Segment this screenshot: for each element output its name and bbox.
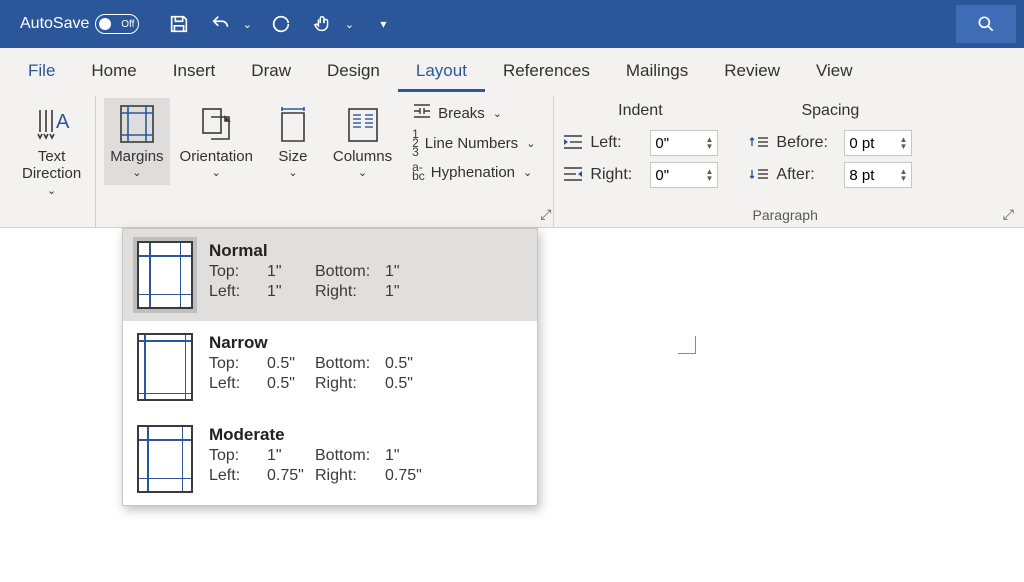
paragraph-group-label: Paragraph xyxy=(562,207,1008,225)
orientation-button[interactable]: Orientation ⌄ xyxy=(174,98,259,185)
spacing-after-input[interactable]: 8 pt▲▼ xyxy=(844,162,912,188)
margins-dropdown: NormalTop:1"Bottom:1"Left:1"Right:1"Narr… xyxy=(122,228,538,506)
autosave-label: AutoSave xyxy=(20,15,89,33)
tab-references[interactable]: References xyxy=(485,51,608,92)
indent-left-input[interactable]: 0"▲▼ xyxy=(650,130,718,156)
paragraph-launcher-icon[interactable]: ⤢ xyxy=(1003,206,1014,223)
spacing-before-label: Before: xyxy=(776,134,838,152)
tab-draw[interactable]: Draw xyxy=(233,51,309,92)
touch-mode-icon[interactable] xyxy=(309,10,337,38)
tab-insert[interactable]: Insert xyxy=(155,51,234,92)
tab-view[interactable]: View xyxy=(798,51,871,92)
indent-left-label: Left: xyxy=(590,134,644,152)
autosave-toggle[interactable]: Off xyxy=(95,14,139,34)
redo-icon[interactable] xyxy=(267,10,295,38)
margin-option-name: Narrow xyxy=(209,333,523,353)
search-button[interactable] xyxy=(956,5,1016,43)
chevron-down-icon: ⌄ xyxy=(493,107,502,120)
chevron-down-icon: ⌄ xyxy=(47,184,56,197)
group-page-setup: Margins ⌄ Orientation ⌄ Size xyxy=(96,96,554,227)
undo-caret-icon[interactable]: ⌄ xyxy=(241,10,253,38)
spacing-heading: Spacing xyxy=(748,102,912,120)
save-icon[interactable] xyxy=(165,10,193,38)
tab-design[interactable]: Design xyxy=(309,51,398,92)
margin-thumb-icon xyxy=(137,241,193,309)
columns-icon xyxy=(345,102,381,146)
ribbon-tabs: File Home Insert Draw Design Layout Refe… xyxy=(0,48,1024,92)
indent-heading: Indent xyxy=(562,102,718,120)
tab-home[interactable]: Home xyxy=(73,51,154,92)
line-numbers-button[interactable]: 123 Line Numbers⌄ xyxy=(408,128,539,159)
margins-option-normal[interactable]: NormalTop:1"Bottom:1"Left:1"Right:1" xyxy=(123,229,537,321)
indent-left-icon xyxy=(562,132,584,154)
indent-right-icon xyxy=(562,164,584,186)
group-paragraph: Indent Left: 0"▲▼ Right: 0"▲▼ Sp xyxy=(554,96,1016,227)
size-button[interactable]: Size ⌄ xyxy=(263,98,323,185)
search-icon xyxy=(976,14,996,34)
page-corner-mark xyxy=(672,330,696,354)
margins-icon xyxy=(118,102,156,146)
chevron-down-icon: ⌄ xyxy=(132,166,141,179)
spacing-after-label: After: xyxy=(776,166,838,184)
margin-thumb-icon xyxy=(137,333,193,401)
margins-button[interactable]: Margins ⌄ xyxy=(104,98,169,185)
orientation-icon xyxy=(197,102,235,146)
margins-option-moderate[interactable]: ModerateTop:1"Bottom:1"Left:0.75"Right:0… xyxy=(123,413,537,505)
autosave-control[interactable]: AutoSave Off xyxy=(8,14,151,34)
undo-icon[interactable] xyxy=(207,10,235,38)
customize-qat-icon[interactable]: ▾ xyxy=(369,10,397,38)
tab-mailings[interactable]: Mailings xyxy=(608,51,706,92)
page-setup-launcher-icon[interactable]: ⤢ xyxy=(540,206,551,223)
group-text-direction: A Text Direction ⌄ xyxy=(8,96,96,227)
chevron-down-icon: ⌄ xyxy=(523,166,532,179)
svg-text:A: A xyxy=(56,111,70,133)
tab-layout[interactable]: Layout xyxy=(398,51,485,92)
ribbon: A Text Direction ⌄ Margins ⌄ xyxy=(0,92,1024,228)
tab-file[interactable]: File xyxy=(10,51,73,92)
margins-option-narrow[interactable]: NarrowTop:0.5"Bottom:0.5"Left:0.5"Right:… xyxy=(123,321,537,413)
columns-button[interactable]: Columns ⌄ xyxy=(327,98,398,185)
spacing-before-input[interactable]: 0 pt▲▼ xyxy=(844,130,912,156)
margin-thumb-icon xyxy=(137,425,193,493)
text-direction-button[interactable]: A Text Direction ⌄ xyxy=(16,98,87,201)
chevron-down-icon: ⌄ xyxy=(212,166,221,179)
quick-access-toolbar: ⌄ ⌄ ▾ xyxy=(165,10,397,38)
breaks-button[interactable]: Breaks⌄ xyxy=(408,100,539,126)
line-numbers-icon: 123 xyxy=(412,130,419,157)
title-bar: AutoSave Off ⌄ ⌄ ▾ xyxy=(0,0,1024,48)
size-icon xyxy=(276,102,310,146)
text-direction-icon: A xyxy=(32,102,72,146)
breaks-icon xyxy=(412,102,432,124)
hyphenation-button[interactable]: a-bc Hyphenation⌄ xyxy=(408,161,539,183)
tab-review[interactable]: Review xyxy=(706,51,798,92)
touch-caret-icon[interactable]: ⌄ xyxy=(343,10,355,38)
margin-option-name: Normal xyxy=(209,241,523,261)
chevron-down-icon: ⌄ xyxy=(288,166,297,179)
indent-right-input[interactable]: 0"▲▼ xyxy=(650,162,718,188)
spacing-before-icon xyxy=(748,132,770,154)
chevron-down-icon: ⌄ xyxy=(526,137,535,150)
indent-right-label: Right: xyxy=(590,166,644,184)
margin-option-name: Moderate xyxy=(209,425,523,445)
chevron-down-icon: ⌄ xyxy=(358,166,367,179)
spacing-after-icon xyxy=(748,164,770,186)
hyphenation-icon: a-bc xyxy=(412,163,425,181)
